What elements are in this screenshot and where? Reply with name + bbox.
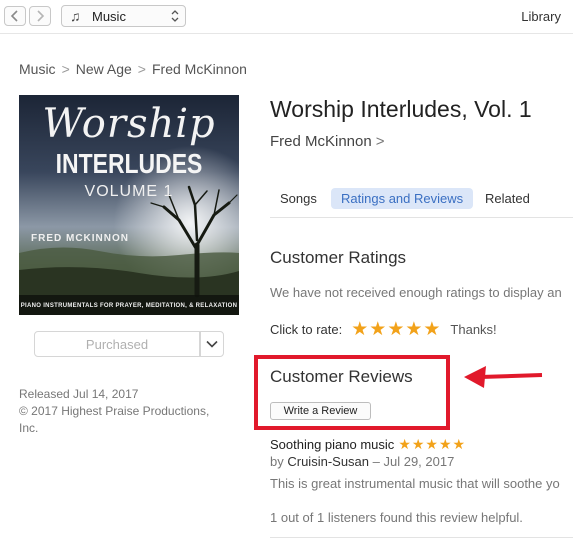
click-to-rate-row: Click to rate: ★★★★★ Thanks!	[270, 318, 497, 341]
artwork-artist: FRED MCKINNON	[31, 233, 129, 244]
chevron-right-icon: >	[375, 133, 385, 150]
library-link[interactable]: Library	[521, 9, 561, 24]
up-down-chevron-icon	[171, 10, 179, 22]
media-type-select[interactable]: ♫ Music	[61, 5, 186, 27]
artwork-script-title: Worship	[42, 101, 216, 147]
tab-related[interactable]: Related	[475, 188, 540, 209]
review-author[interactable]: Cruisin-Susan	[287, 454, 369, 469]
customer-ratings-heading: Customer Ratings	[270, 248, 407, 267]
review-divider	[270, 537, 573, 538]
review-title-row: Soothing piano music ★★★★★	[270, 436, 466, 453]
review-by-label: by	[270, 454, 284, 469]
ratings-notice: We have not received enough ratings to d…	[270, 285, 562, 300]
album-artwork: Worship INTERLUDES VOLUME 1 FRED MCKINNO…	[19, 95, 239, 315]
toolbar: ♫ Music Library	[0, 0, 573, 34]
album-title: Worship Interludes, Vol. 1	[270, 96, 532, 122]
rating-stars-icon[interactable]: ★★★★★	[351, 318, 441, 341]
purchased-button[interactable]: Purchased	[34, 331, 200, 357]
artwork-main-title: INTERLUDES	[55, 148, 203, 179]
breadcrumb-item-new-age[interactable]: New Age	[76, 61, 132, 77]
chevron-down-icon	[206, 340, 218, 348]
artwork-volume: VOLUME 1	[84, 183, 174, 200]
purchase-menu-button[interactable]	[200, 331, 224, 357]
release-info: Released Jul 14, 2017 © 2017 Highest Pra…	[19, 386, 229, 437]
media-type-label: Music	[92, 9, 126, 24]
review-byline: by Cruisin-Susan – Jul 29, 2017	[270, 454, 454, 469]
breadcrumb-item-music[interactable]: Music	[19, 61, 56, 77]
review-body: This is great instrumental music that wi…	[270, 476, 560, 491]
review-helpful: 1 out of 1 listeners found this review h…	[270, 510, 523, 525]
tabs-divider	[270, 217, 573, 218]
artist-name: Fred McKinnon	[270, 133, 372, 150]
annotation-arrow-icon	[464, 366, 543, 388]
review-stars-icon: ★★★★★	[398, 436, 467, 452]
release-date: Released Jul 14, 2017	[19, 387, 139, 401]
breadcrumb-separator-icon: >	[137, 61, 146, 77]
chevron-left-icon	[10, 10, 18, 22]
artwork-tagline: PIANO INSTRUMENTALS FOR PRAYER, MEDITATI…	[20, 303, 238, 309]
breadcrumb-separator-icon: >	[61, 61, 70, 77]
copyright: © 2017 Highest Praise Productions, Inc.	[19, 404, 210, 435]
artist-link[interactable]: Fred McKinnon >	[270, 133, 384, 150]
back-button[interactable]	[4, 6, 26, 26]
tab-bar: Songs Ratings and Reviews Related	[270, 188, 573, 218]
click-to-rate-label: Click to rate:	[270, 322, 343, 337]
breadcrumb: Music > New Age > Fred McKinnon	[19, 61, 247, 77]
forward-button[interactable]	[29, 6, 51, 26]
tab-songs[interactable]: Songs	[270, 188, 327, 209]
music-note-icon: ♫	[70, 8, 81, 24]
tab-ratings-and-reviews[interactable]: Ratings and Reviews	[331, 188, 474, 209]
toolbar-divider	[0, 33, 573, 34]
breadcrumb-item-artist[interactable]: Fred McKinnon	[152, 61, 247, 77]
rating-thanks: Thanks!	[450, 322, 497, 337]
annotation-highlight-box	[254, 355, 450, 430]
chevron-right-icon	[37, 10, 45, 22]
review-title: Soothing piano music	[270, 437, 395, 452]
review-date: – Jul 29, 2017	[372, 454, 455, 469]
